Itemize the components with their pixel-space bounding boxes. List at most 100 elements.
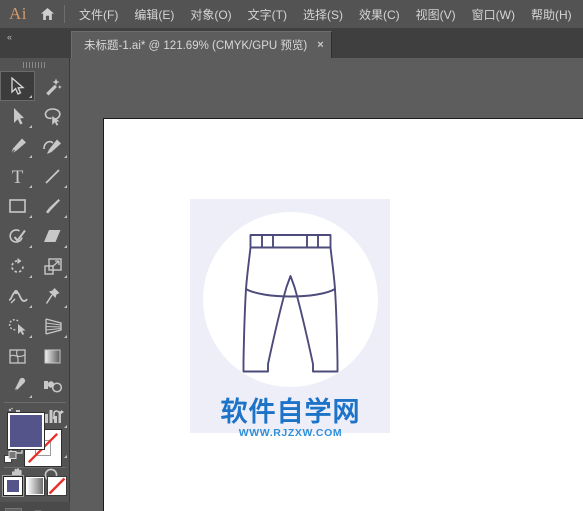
curvature-tool[interactable]	[35, 131, 70, 161]
tools-divider	[4, 402, 66, 403]
none-mode-button[interactable]	[47, 476, 67, 496]
fill-color-swatch[interactable]	[7, 412, 45, 450]
shape-builder-icon	[8, 318, 26, 335]
line-icon	[45, 168, 60, 184]
rectangle-tool[interactable]	[0, 191, 35, 221]
watermark-english: WWW.RJZXW.COM	[238, 427, 343, 439]
document-tab-title: 未标题-1.ai* @ 121.69% (CMYK/GPU 预览)	[84, 40, 308, 52]
draw-behind-button[interactable]	[27, 508, 44, 511]
tool-corner-marker	[64, 245, 67, 248]
tool-corner-marker	[64, 185, 67, 188]
rotate-tool[interactable]	[0, 251, 35, 281]
tool-corner-marker	[64, 335, 67, 338]
menu-object[interactable]: 对象(O)	[182, 2, 239, 27]
default-fill-stroke-icon[interactable]	[4, 451, 19, 471]
tool-corner-marker	[64, 155, 67, 158]
watermark-chinese: 软件自学网	[220, 397, 361, 427]
scale-tool[interactable]	[35, 251, 70, 281]
lasso-tool[interactable]	[35, 101, 70, 131]
document-tab[interactable]: 未标题-1.ai* @ 121.69% (CMYK/GPU 预览) ×	[71, 31, 332, 58]
menu-effect[interactable]: 效果(C)	[351, 2, 408, 27]
tool-corner-marker	[29, 215, 32, 218]
swap-fill-stroke-icon[interactable]	[52, 409, 65, 427]
tools-panel-header: «	[0, 28, 70, 58]
fill-stroke-swatches	[0, 405, 70, 469]
menu-file[interactable]: 文件(F)	[71, 2, 126, 27]
magic-wand-icon	[46, 78, 62, 95]
illustrator-window: Ai 文件(F) 编辑(E) 对象(O) 文字(T) 选择(S) 效果(C) 视…	[0, 0, 583, 511]
blend-icon	[44, 380, 63, 393]
eraser-tool[interactable]	[35, 221, 70, 251]
menu-window[interactable]: 窗口(W)	[464, 2, 523, 27]
blend-tool[interactable]	[35, 371, 70, 401]
menu-select[interactable]: 选择(S)	[295, 2, 351, 27]
pants-illustration[interactable]	[228, 231, 353, 381]
tool-corner-marker	[29, 275, 32, 278]
width-tool[interactable]	[0, 281, 35, 311]
menu-edit[interactable]: 编辑(E)	[126, 2, 182, 27]
shaper-icon	[8, 228, 26, 243]
menu-type[interactable]: 文字(T)	[240, 2, 295, 27]
direct-selection-tool[interactable]	[0, 101, 35, 131]
menu-view[interactable]: 视图(V)	[408, 2, 464, 27]
tool-corner-marker	[29, 125, 32, 128]
tool-corner-marker	[29, 155, 32, 158]
ai-logo: Ai	[9, 4, 27, 23]
tool-corner-marker	[29, 335, 32, 338]
menu-item-list: 文件(F) 编辑(E) 对象(O) 文字(T) 选择(S) 效果(C) 视图(V…	[71, 2, 580, 27]
close-icon[interactable]: ×	[317, 39, 323, 51]
home-icon[interactable]	[32, 0, 62, 28]
tool-corner-marker	[29, 395, 32, 398]
magic-wand-tool[interactable]	[35, 71, 70, 101]
document-tab-bar: « 未标题-1.ai* @ 121.69% (CMYK/GPU 预览) ×	[0, 28, 583, 58]
perspective-grid-icon	[44, 317, 62, 335]
scale-icon	[43, 257, 62, 275]
draw-inside-button[interactable]	[49, 508, 66, 511]
rectangle-icon	[9, 198, 26, 213]
grip-lines-icon	[23, 61, 47, 68]
paintbrush-icon	[46, 198, 60, 213]
line-segment-tool[interactable]	[35, 161, 70, 191]
gradient-mode-button[interactable]	[25, 476, 45, 496]
pen-tool[interactable]	[0, 131, 35, 161]
tools-panel-grip[interactable]	[0, 58, 70, 71]
type-tool[interactable]: T	[0, 161, 35, 191]
menu-separator	[64, 5, 65, 23]
color-mode-button[interactable]	[3, 476, 23, 496]
mesh-grid-icon	[9, 348, 26, 364]
mesh-tool[interactable]	[0, 341, 35, 371]
svg-text:T: T	[12, 167, 24, 186]
eyedropper-tool[interactable]	[0, 371, 35, 401]
tool-corner-marker	[29, 185, 32, 188]
direct-selection-arrow-icon	[13, 107, 24, 124]
paintbrush-tool[interactable]	[35, 191, 70, 221]
artboard[interactable]: 软件自学网 WWW.RJZXW.COM	[103, 118, 583, 511]
selection-arrow-icon	[11, 76, 25, 95]
artwork-background-square[interactable]: 软件自学网 WWW.RJZXW.COM	[190, 199, 390, 439]
tools-panel: T	[0, 58, 70, 511]
shape-builder-tool[interactable]	[0, 311, 35, 341]
collapse-panel-icon[interactable]: «	[7, 33, 12, 42]
selection-tool[interactable]	[0, 71, 35, 101]
watermark: 软件自学网 WWW.RJZXW.COM	[203, 397, 378, 439]
menu-bar: Ai 文件(F) 编辑(E) 对象(O) 文字(T) 选择(S) 效果(C) 视…	[0, 0, 583, 28]
none-slash-icon	[48, 477, 66, 495]
canvas-area[interactable]: 软件自学网 WWW.RJZXW.COM	[70, 58, 583, 511]
shaper-tool[interactable]	[0, 221, 35, 251]
gradient-icon	[44, 349, 61, 363]
color-mode-buttons	[0, 470, 70, 502]
menu-help[interactable]: 帮助(H)	[523, 2, 580, 27]
free-transform-tool[interactable]	[35, 281, 70, 311]
gradient-tool[interactable]	[35, 341, 70, 371]
tool-corner-marker	[29, 245, 32, 248]
type-T-icon: T	[12, 167, 24, 186]
gradient-preview	[27, 478, 43, 494]
eyedropper-icon	[13, 377, 26, 392]
perspective-grid-tool[interactable]	[35, 311, 70, 341]
tool-corner-marker	[29, 95, 32, 98]
tool-corner-marker	[64, 215, 67, 218]
pushpin-icon	[45, 287, 60, 304]
rotate-icon	[11, 257, 24, 273]
draw-mode-buttons	[0, 502, 70, 511]
draw-normal-button[interactable]	[4, 507, 22, 511]
